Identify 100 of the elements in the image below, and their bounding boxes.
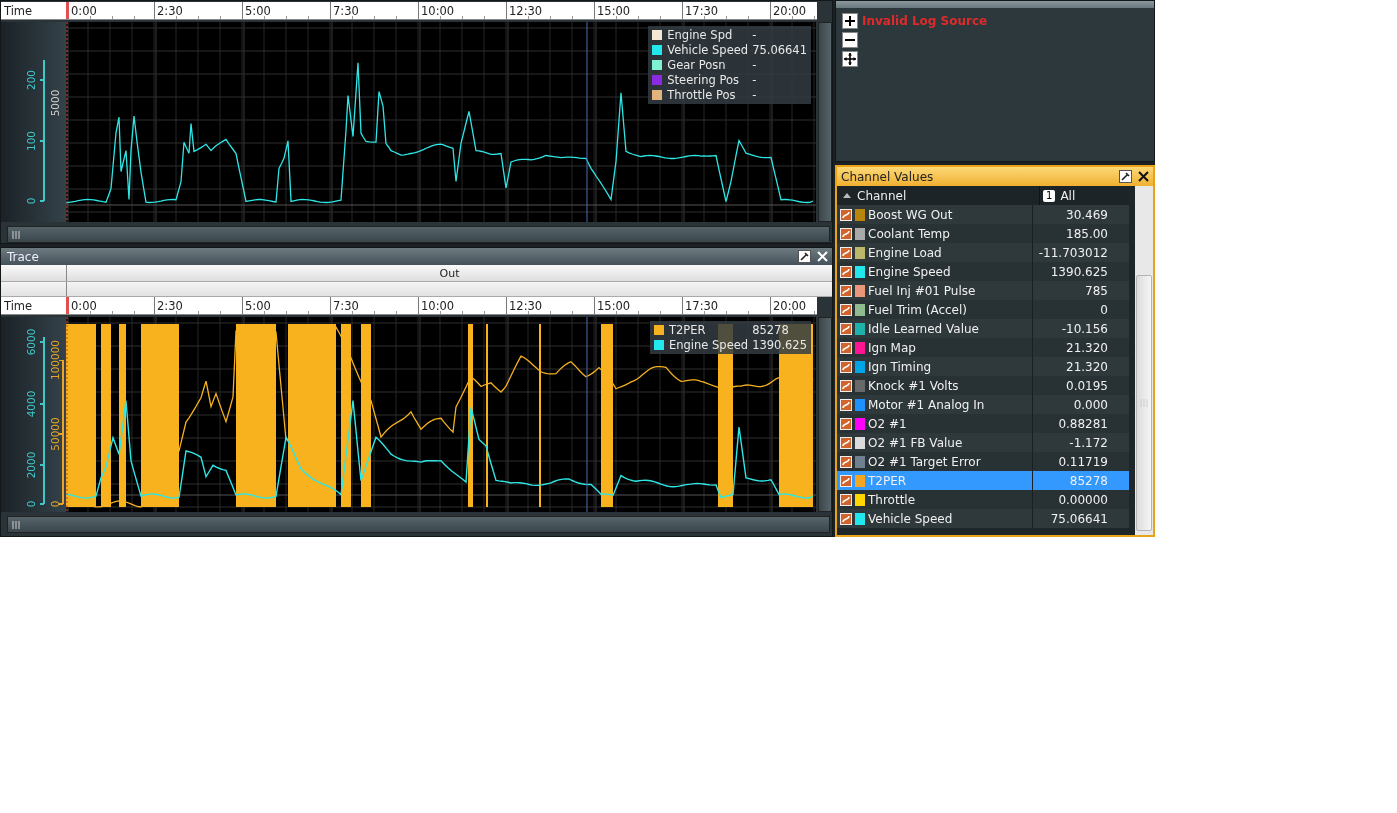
- close-icon[interactable]: [1138, 171, 1149, 182]
- time-tick: 2:30: [157, 3, 183, 18]
- time-tick: 0:00: [71, 3, 97, 18]
- axis-label: 4000: [25, 390, 37, 418]
- channel-row[interactable]: Ign Timing 21.320: [837, 357, 1129, 376]
- time-tick: 7:30: [333, 298, 359, 313]
- axis-label: 5000: [49, 89, 61, 117]
- channel-row[interactable]: Engine Load -11.703012: [837, 243, 1129, 262]
- channel-name: O2 #1 Target Error: [868, 454, 981, 469]
- channel-value: 1390.625: [1050, 264, 1108, 279]
- header-label: Out: [439, 266, 460, 280]
- channel-icon: [840, 303, 852, 316]
- channel-icon: [840, 398, 852, 411]
- channel-row[interactable]: Fuel Inj #01 Pulse 785: [837, 281, 1129, 300]
- legend-name: Steering Pos: [667, 73, 739, 87]
- time-tick: 5:00: [245, 3, 271, 18]
- time-tick: 12:30: [509, 298, 543, 313]
- move-button[interactable]: [842, 51, 858, 67]
- axis-label: 0: [25, 500, 37, 508]
- channel-row[interactable]: Idle Learned Value -10.156: [837, 319, 1129, 338]
- channel-value: -11.703012: [1038, 245, 1108, 260]
- axis-label: 6000: [25, 328, 37, 356]
- column-header[interactable]: All: [1060, 188, 1076, 203]
- channel-row[interactable]: O2 #1 Target Error 0.11719: [837, 452, 1129, 471]
- grip-icon[interactable]: [12, 230, 20, 239]
- channel-row[interactable]: Boost WG Out 30.469: [837, 205, 1129, 224]
- channel-row[interactable]: O2 #1 0.88281: [837, 414, 1129, 433]
- legend-value: 75.06641: [752, 43, 807, 57]
- channel-icon: [840, 417, 852, 430]
- channel-name: Coolant Temp: [868, 226, 950, 241]
- channel-row[interactable]: Fuel Trim (Accel) 0: [837, 300, 1129, 319]
- column-badge: 1: [1043, 189, 1056, 202]
- time-tick: 10:00: [421, 298, 455, 313]
- channel-icon: [840, 379, 852, 392]
- channel-value: -1.172: [1069, 435, 1108, 450]
- channel-row[interactable]: Throttle 0.00000: [837, 490, 1129, 509]
- channel-row[interactable]: Motor #1 Analog In 0.000: [837, 395, 1129, 414]
- channel-value: 85278: [1069, 473, 1108, 488]
- channel-value: 0: [1100, 302, 1108, 317]
- time-tick: 10:00: [421, 3, 455, 18]
- channel-name: Idle Learned Value: [868, 321, 979, 336]
- channel-name: Fuel Inj #01 Pulse: [868, 283, 976, 298]
- channel-name: Ign Timing: [868, 359, 932, 374]
- axis-label: 50000: [49, 417, 61, 451]
- channel-value: 0.0195: [1066, 378, 1108, 393]
- legend-value: -: [752, 58, 758, 72]
- channel-value: 0.88281: [1058, 416, 1108, 431]
- legend-name: Vehicle Speed: [667, 43, 749, 57]
- channel-icon: [840, 474, 852, 487]
- legend-value: -: [752, 28, 758, 42]
- legend-value: 1390.625: [752, 338, 807, 352]
- channel-value: 185.00: [1066, 226, 1108, 241]
- channel-name: Knock #1 Volts: [868, 378, 959, 393]
- time-tick: 0:00: [71, 298, 97, 313]
- channel-value: 21.320: [1066, 359, 1108, 374]
- time-tick: 2:30: [157, 298, 183, 313]
- channel-row[interactable]: Ign Map 21.320: [837, 338, 1129, 357]
- sort-icon[interactable]: [843, 193, 851, 198]
- vertical-scrollbar[interactable]: [1135, 186, 1153, 535]
- plus-button[interactable]: [842, 13, 858, 29]
- column-header[interactable]: Channel: [857, 188, 907, 203]
- channel-icon: [840, 208, 852, 221]
- legend-name: Throttle Pos: [667, 88, 736, 102]
- vertical-scrollbar[interactable]: [818, 317, 832, 512]
- vertical-scrollbar[interactable]: [818, 22, 832, 222]
- pin-icon[interactable]: [798, 250, 811, 263]
- grip-icon[interactable]: [1140, 399, 1148, 407]
- channel-row[interactable]: Vehicle Speed 75.06641: [837, 509, 1129, 528]
- time-tick: 15:00: [597, 3, 631, 18]
- channel-name: O2 #1 FB Value: [868, 435, 963, 450]
- time-tick: 7:30: [333, 3, 359, 18]
- axis-label: 200: [25, 70, 37, 90]
- channel-row[interactable]: Engine Speed 1390.625: [837, 262, 1129, 281]
- channel-name: Fuel Trim (Accel): [868, 302, 967, 317]
- channel-name: Vehicle Speed: [868, 511, 953, 526]
- channel-name: Engine Load: [868, 245, 942, 260]
- channel-value: 0.000: [1073, 397, 1108, 412]
- error-message: Invalid Log Source: [862, 14, 988, 30]
- channel-icon: [840, 341, 852, 354]
- legend-value: 85278: [752, 323, 790, 337]
- panel-title: Trace: [7, 249, 40, 264]
- time-label: Time: [4, 298, 33, 313]
- grip-icon[interactable]: [12, 520, 20, 529]
- channel-row[interactable]: Coolant Temp 185.00: [837, 224, 1129, 243]
- channel-name: Boost WG Out: [868, 207, 953, 222]
- horizontal-scrollbar[interactable]: [7, 516, 830, 533]
- time-tick: 20:00: [773, 298, 807, 313]
- channel-icon: [840, 512, 852, 525]
- minus-button[interactable]: [842, 32, 858, 48]
- panel-title: Channel Values: [841, 169, 935, 184]
- pin-icon[interactable]: [1119, 170, 1132, 183]
- legend-name: T2PER: [669, 323, 706, 337]
- horizontal-scrollbar[interactable]: [7, 226, 830, 243]
- legend-name: Engine Speed: [669, 338, 749, 352]
- channel-value: 75.06641: [1050, 511, 1108, 526]
- channel-icon: [840, 436, 852, 449]
- channel-row[interactable]: Knock #1 Volts 0.0195: [837, 376, 1129, 395]
- axis-label: 2000: [25, 451, 37, 479]
- channel-row[interactable]: O2 #1 FB Value -1.172: [837, 433, 1129, 452]
- legend-name: Gear Posn: [667, 58, 726, 72]
